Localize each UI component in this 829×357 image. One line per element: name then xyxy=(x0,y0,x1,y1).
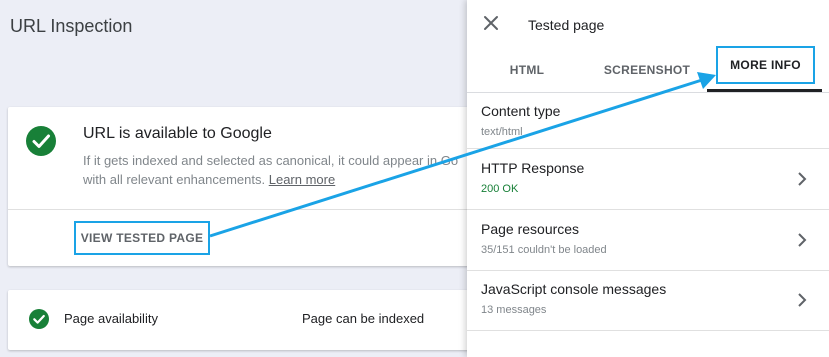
view-tested-page-button[interactable]: VIEW TESTED PAGE xyxy=(74,221,210,255)
divider xyxy=(8,209,498,210)
row-label: Content type xyxy=(481,103,561,119)
tab-html[interactable]: HTML xyxy=(489,50,565,90)
chevron-right-icon xyxy=(798,172,807,186)
row-label: JavaScript console messages xyxy=(481,281,667,297)
info-row-content-type: Content type text/html xyxy=(467,92,829,149)
row-value: 35/151 couldn't be loaded xyxy=(481,244,607,256)
tested-page-panel: Tested page HTML SCREENSHOT MORE INFO Co… xyxy=(467,0,829,357)
status-title: URL is available to Google xyxy=(83,125,272,142)
chevron-right-icon xyxy=(798,293,807,307)
availability-value: Page can be indexed xyxy=(302,311,425,326)
page-title: URL Inspection xyxy=(10,16,133,36)
status-description-line2: with all relevant enhancements. Learn mo… xyxy=(83,170,483,189)
tab-screenshot[interactable]: SCREENSHOT xyxy=(595,50,699,90)
availability-card[interactable]: Page availability Page can be indexed xyxy=(8,290,498,350)
row-value: 13 messages xyxy=(481,304,547,316)
info-row-page-resources[interactable]: Page resources 35/151 couldn't be loaded xyxy=(467,210,829,271)
learn-more-link[interactable]: Learn more xyxy=(269,172,335,187)
panel-title: Tested page xyxy=(528,17,605,33)
row-label: HTTP Response xyxy=(481,160,585,176)
chevron-right-icon xyxy=(798,233,807,247)
info-row-http-response[interactable]: HTTP Response 200 OK xyxy=(467,149,829,210)
status-description: If it gets indexed and selected as canon… xyxy=(83,151,483,191)
tab-bar: HTML SCREENSHOT MORE INFO xyxy=(467,46,829,93)
availability-label: Page availability xyxy=(64,311,158,326)
info-row-js-console[interactable]: JavaScript console messages 13 messages xyxy=(467,270,829,331)
check-circle-icon xyxy=(26,126,56,156)
row-value: 200 OK xyxy=(481,183,519,195)
row-label: Page resources xyxy=(481,221,580,237)
status-card: URL is available to Google If it gets in… xyxy=(8,107,498,266)
check-circle-icon xyxy=(29,309,49,329)
close-icon[interactable] xyxy=(482,14,500,32)
status-description-line1: If it gets indexed and selected as canon… xyxy=(83,153,459,168)
status-description-text: with all relevant enhancements. xyxy=(83,172,266,187)
tab-more-info[interactable]: MORE INFO xyxy=(716,46,815,84)
row-value: text/html xyxy=(481,126,523,138)
